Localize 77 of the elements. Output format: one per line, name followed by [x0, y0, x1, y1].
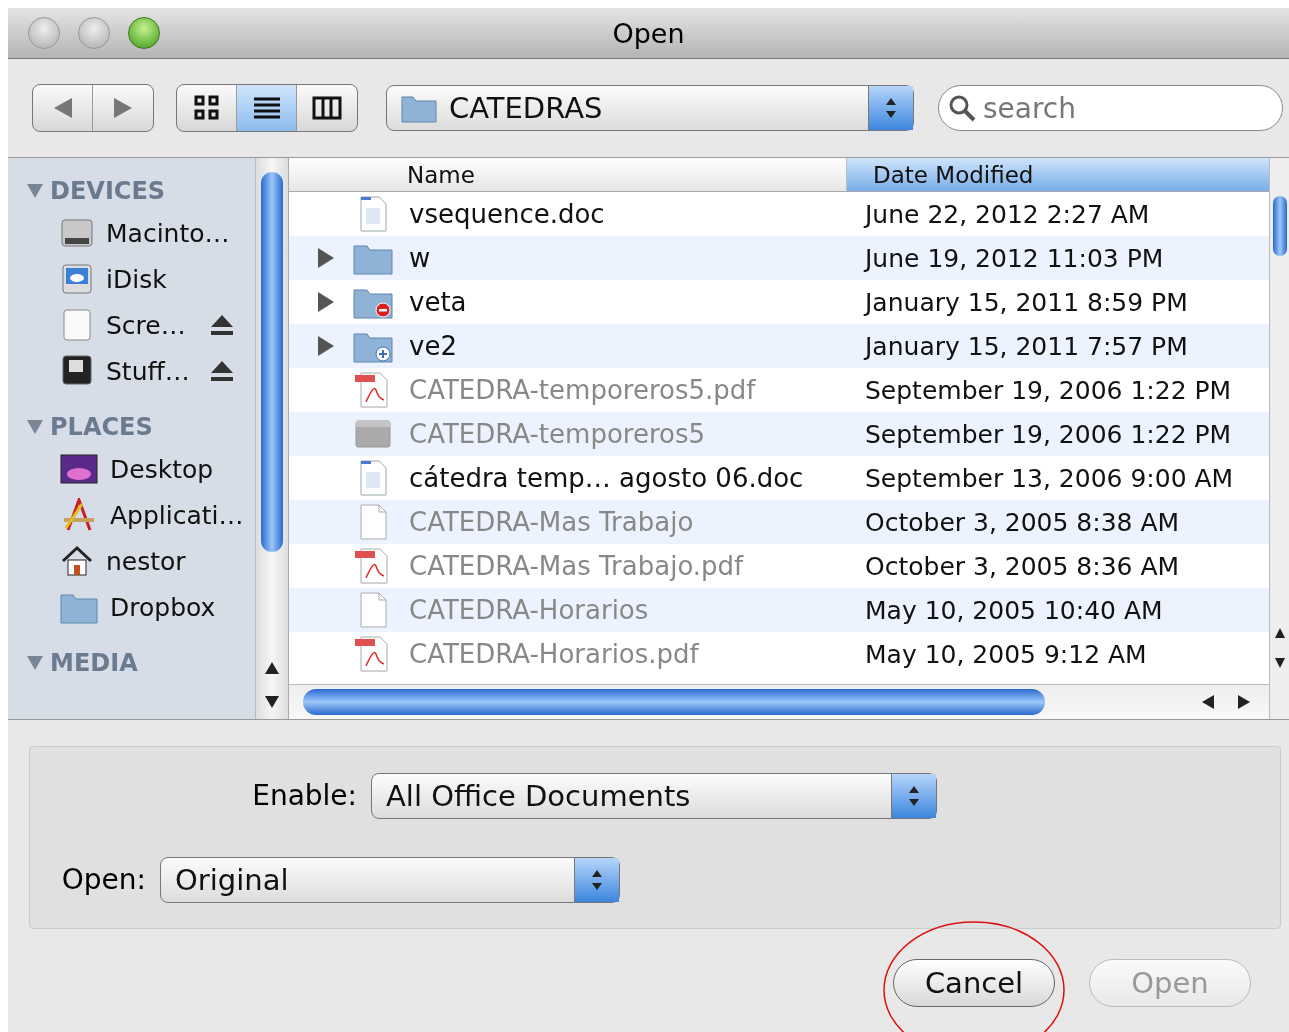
sidebar-item[interactable]: Macinto…: [8, 210, 255, 256]
column-view-icon: [312, 96, 342, 120]
location-popup[interactable]: CATEDRAS: [386, 85, 914, 131]
file-name[interactable]: vsequence.doc: [409, 199, 849, 229]
sidebar-item[interactable]: Stuff…: [8, 348, 255, 394]
option-label: Open:: [60, 863, 146, 896]
file-name[interactable]: CATEDRA-temporeros5.pdf: [409, 375, 849, 405]
option-popup[interactable]: Original: [160, 856, 620, 903]
date-modified: June 22, 2012 2:27 AM: [862, 199, 1151, 229]
scroll-up-icon[interactable]: [264, 661, 280, 675]
sidebar-section-title: PLACES: [50, 413, 153, 441]
file-name[interactable]: cátedra temp… agosto 06.doc: [409, 463, 849, 493]
view-mode-button[interactable]: [237, 85, 297, 131]
sidebar-item[interactable]: Desktop: [8, 446, 255, 492]
sidebar-section-title: MEDIA: [50, 649, 138, 677]
scrollbar-thumb[interactable]: [303, 689, 1045, 715]
column-header[interactable]: Date Modified: [847, 158, 1269, 191]
sidebar-item[interactable]: Dropbox: [8, 584, 255, 630]
sidebar-item[interactable]: Scre…: [8, 302, 255, 348]
idisk-icon: [60, 262, 94, 296]
scrollbar-thumb[interactable]: [261, 172, 283, 552]
date-modified: September 13, 2006 9:00 AM: [864, 463, 1235, 493]
sidebar-item[interactable]: iDisk: [8, 256, 255, 302]
date-modified: May 10, 2005 10:40 AM: [864, 595, 1164, 625]
desktop-icon: [60, 452, 98, 486]
date-modified: October 3, 2005 8:36 AM: [864, 551, 1181, 581]
file-name[interactable]: w: [409, 243, 849, 273]
date-modified: January 15, 2011 7:57 PM: [862, 331, 1189, 361]
scroll-left-icon[interactable]: [1201, 694, 1215, 710]
blank-document-icon: [358, 504, 388, 540]
scrollbar-thumb[interactable]: [1272, 196, 1287, 256]
scroll-down-icon[interactable]: [264, 695, 280, 709]
sidebar-item[interactable]: Applicati…: [8, 492, 255, 538]
scroll-down-icon[interactable]: [1273, 657, 1286, 669]
date-modified: June 19, 2012 11:03 PM: [862, 243, 1165, 273]
stepper-icon: [885, 96, 897, 120]
home-icon: [60, 544, 94, 578]
document-icon: [358, 196, 388, 232]
vertical-scrollbar[interactable]: [1269, 158, 1289, 719]
date-modified: September 19, 2006 1:22 PM: [864, 375, 1233, 405]
eject-icon[interactable]: [209, 313, 235, 337]
option-popup[interactable]: All Office Documents: [371, 772, 937, 819]
right-arrow-icon: [113, 97, 133, 119]
scroll-up-icon[interactable]: [1273, 627, 1286, 639]
folder-icon: [401, 93, 437, 123]
scroll-right-icon[interactable]: [1237, 694, 1251, 710]
sidebar-scrollbar[interactable]: [255, 158, 288, 719]
disclosure-triangle-icon[interactable]: [317, 247, 335, 269]
file-name[interactable]: veta: [409, 287, 849, 317]
icon-view-icon: [193, 95, 220, 121]
window-icon: [355, 420, 391, 448]
date-modified: January 15, 2011 8:59 PM: [862, 287, 1189, 317]
list-view-icon: [252, 96, 281, 120]
dialog-button[interactable]: Cancel: [893, 959, 1055, 1007]
search-field[interactable]: search: [938, 85, 1283, 131]
option-label: Enable:: [251, 779, 357, 812]
zoom-button[interactable]: [128, 17, 160, 49]
sidebar-section-title: DEVICES: [50, 177, 166, 205]
eject-icon[interactable]: [209, 359, 235, 383]
date-modified: October 3, 2005 8:38 AM: [864, 507, 1181, 537]
drive-icon: [60, 308, 94, 342]
disclosure-triangle-icon[interactable]: [317, 335, 335, 357]
sidebar-item[interactable]: nestor: [8, 538, 255, 584]
disclosure-triangle-icon[interactable]: [317, 291, 335, 313]
document-icon: [358, 460, 388, 496]
date-modified: May 10, 2005 9:12 AM: [864, 639, 1148, 669]
left-arrow-icon: [52, 97, 73, 119]
window-title: Open: [612, 17, 685, 49]
file-name[interactable]: CATEDRA-Horarios.pdf: [409, 639, 849, 669]
hard-drive-icon: [60, 216, 94, 250]
drive-icon: [60, 354, 94, 388]
date-modified: September 19, 2006 1:22 PM: [864, 419, 1233, 449]
horizontal-scrollbar[interactable]: [289, 684, 1269, 719]
blank-document-icon: [358, 592, 388, 628]
search-icon: [948, 94, 976, 122]
file-name[interactable]: ve2: [409, 331, 849, 361]
file-name[interactable]: CATEDRA-Mas Trabajo.pdf: [409, 551, 849, 581]
